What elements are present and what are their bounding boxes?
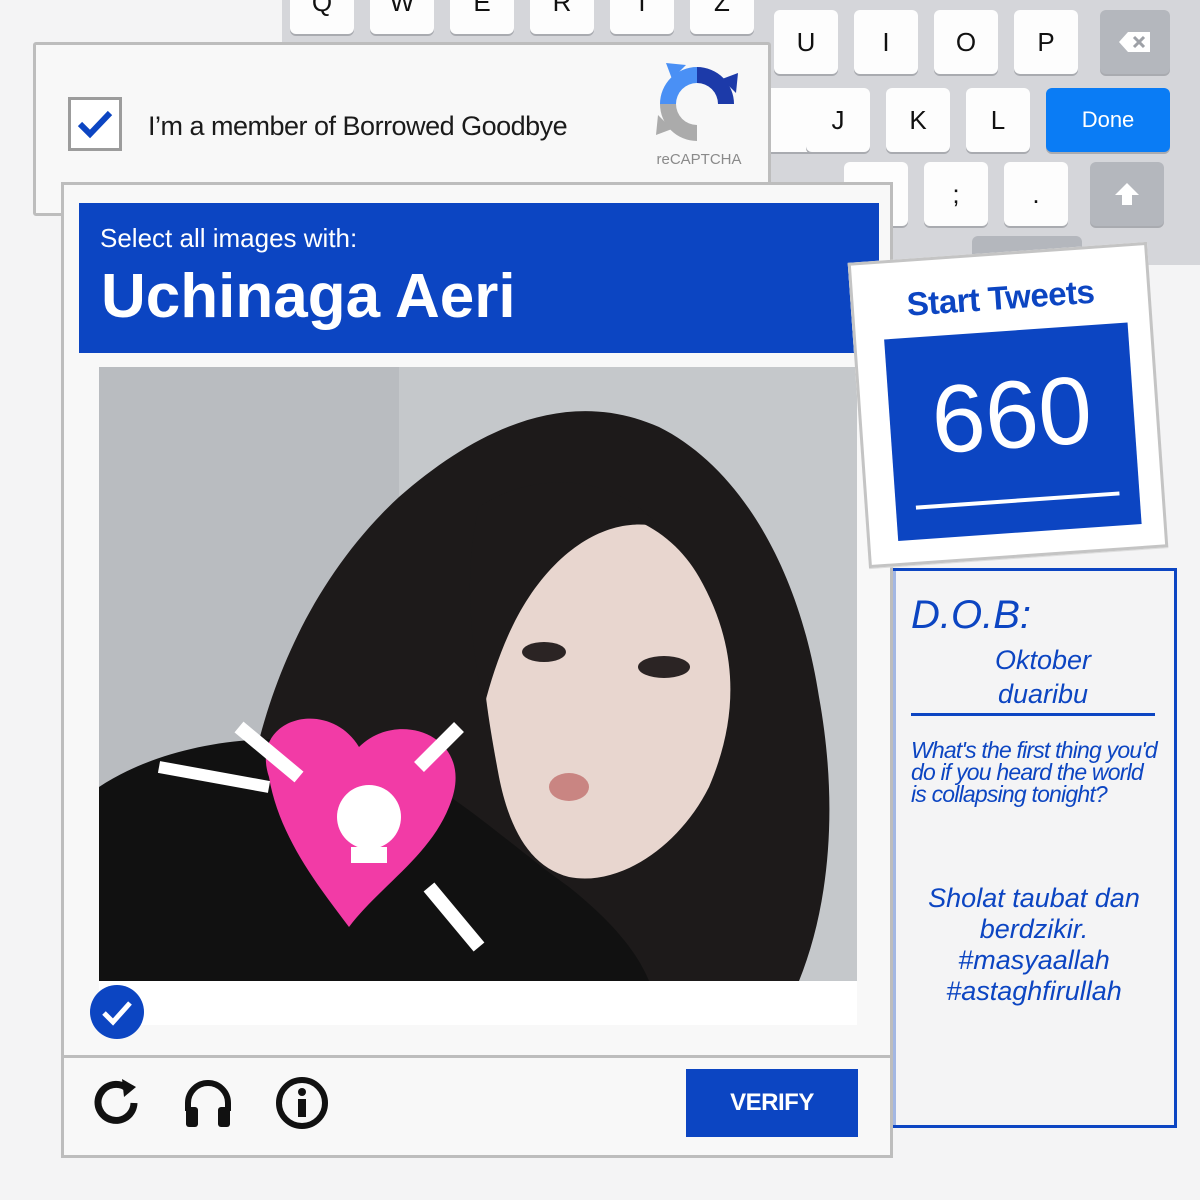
recaptcha-logo-icon [656,63,738,141]
challenge-subject-title: Uchinaga Aeri [101,262,516,331]
tweets-count: 660 [928,356,1096,475]
key-e[interactable]: E [450,0,514,34]
key-j[interactable]: J [806,88,870,152]
profile-info-panel: D.O.B: Oktober duaribu What's the first … [893,568,1177,1128]
dob-label: D.O.B: [911,593,1032,637]
panel-divider [911,713,1155,716]
shift-icon [1115,183,1139,205]
backspace-icon [1119,32,1150,52]
checkbox-label: I’m a member of Borrowed Goodbye [148,111,568,141]
key-i[interactable]: I [854,10,918,74]
checkmark-icon [77,110,113,139]
key-u[interactable]: U [774,10,838,74]
done-key[interactable]: Done [1046,88,1170,152]
tweets-count-box: 660 [884,322,1142,541]
key-p[interactable]: P [1014,10,1078,74]
key-l[interactable]: L [966,88,1030,152]
key-t[interactable]: T [610,0,674,34]
image-challenge-card: Select all images with: Uchinaga Aeri VE… [61,182,893,1158]
key-r[interactable]: R [530,0,594,34]
tweets-title: Start Tweets [905,272,1096,323]
start-tweets-tag: Start Tweets 660 [847,241,1169,569]
challenge-instruction: Select all images with: [100,223,358,253]
shift-key[interactable] [1090,162,1164,226]
key-semicolon[interactable]: ; [924,162,988,226]
headphones-icon[interactable] [180,1075,236,1131]
backspace-key[interactable] [1100,10,1170,74]
question-text: What's the first thing you'd do if you h… [911,737,1158,807]
image-tile[interactable] [99,367,857,1025]
key-period[interactable]: . [1004,162,1068,226]
info-icon[interactable] [274,1075,330,1131]
toolbar-divider [64,1055,890,1058]
key-o[interactable]: O [934,10,998,74]
key-w[interactable]: W [370,0,434,34]
portrait-photo [99,367,857,981]
recaptcha-brand-text: reCAPTCHA [656,151,742,168]
key-q[interactable]: Q [290,0,354,34]
selected-check-icon [90,985,144,1039]
key-k[interactable]: K [886,88,950,152]
reload-icon[interactable] [88,1075,144,1131]
key-z[interactable]: Z [690,0,754,34]
verify-button[interactable]: VERIFY [686,1069,858,1137]
dob-value: Oktober duaribu [994,645,1092,709]
challenge-header: Select all images with: Uchinaga Aeri [79,203,879,353]
answer-text: Sholat taubat dan berdzikir. #masyaallah… [928,883,1140,1006]
tweets-underline [915,491,1120,510]
member-checkbox[interactable] [68,97,122,151]
